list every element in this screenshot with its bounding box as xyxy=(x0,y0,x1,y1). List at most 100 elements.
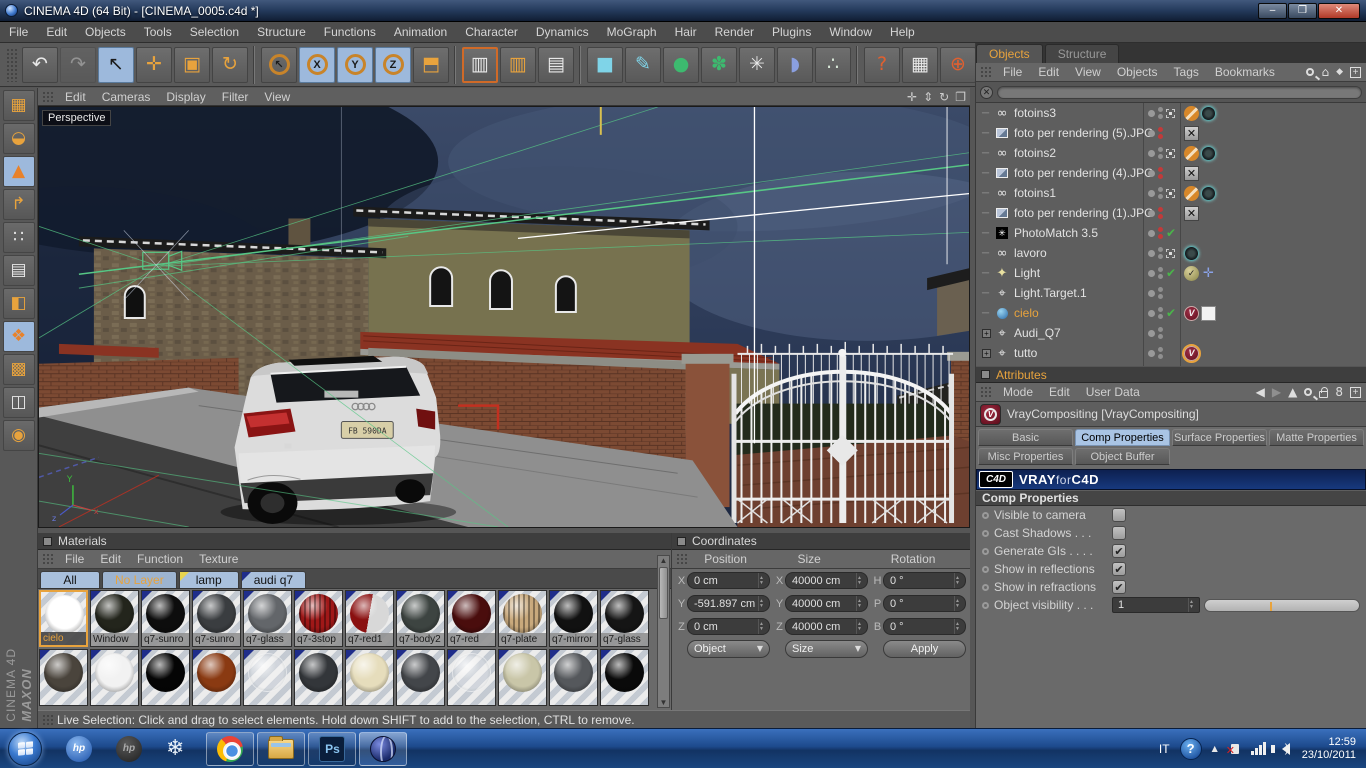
compositing-tag-icon[interactable] xyxy=(1201,305,1216,321)
coordinate-system-button[interactable]: ⬒ xyxy=(413,46,449,83)
tab-objects[interactable]: Objects xyxy=(976,44,1043,63)
property-checkbox[interactable]: ✔ xyxy=(1112,544,1126,558)
menu-mograph[interactable]: MoGraph xyxy=(598,22,666,42)
object-row-tutto[interactable]: + ⌖ tutto V xyxy=(976,343,1366,363)
property-checkbox[interactable] xyxy=(1112,526,1126,540)
layer-dot[interactable] xyxy=(1148,269,1155,277)
menu-help[interactable]: Help xyxy=(881,22,924,42)
layer-dot[interactable] xyxy=(1148,169,1155,177)
materials-menu-file[interactable]: File xyxy=(57,552,92,566)
apply-button[interactable]: Apply xyxy=(883,640,966,658)
make-editable-button[interactable]: ◒ xyxy=(2,123,35,154)
clear-search-icon[interactable]: ✕ xyxy=(980,85,993,99)
tab-matte-properties[interactable]: Matte Properties xyxy=(1269,429,1364,446)
coord-field-size-z[interactable]: 40000 cm ▲ ▼ xyxy=(785,618,868,635)
spinner-icon[interactable]: ▲ ▼ xyxy=(856,619,867,634)
attributes-menu-mode[interactable]: Mode xyxy=(995,385,1041,399)
hp-dark-icon[interactable]: hp xyxy=(116,735,142,762)
anim-dot-icon[interactable] xyxy=(982,529,989,537)
spinner-icon[interactable]: ▲ ▼ xyxy=(856,596,867,611)
menu-selection[interactable]: Selection xyxy=(181,22,248,42)
environment-button[interactable]: ◗ xyxy=(777,46,813,83)
camera-calibrator-tag-icon[interactable] xyxy=(1201,105,1216,121)
close-button[interactable]: ✕ xyxy=(1318,2,1360,19)
language-indicator[interactable]: IT xyxy=(1159,742,1170,756)
dolly-icon[interactable]: ⇕ xyxy=(923,91,933,103)
attributes-grip[interactable] xyxy=(979,384,992,400)
live-selection-button[interactable]: ↖ xyxy=(98,46,134,83)
coord-field-size-y[interactable]: 40000 cm ▲ ▼ xyxy=(785,595,868,612)
anim-dot-icon[interactable] xyxy=(982,547,989,555)
up-icon[interactable]: ▲ xyxy=(1288,386,1297,398)
spinner-icon[interactable]: ▲ ▼ xyxy=(954,573,965,588)
spinner-icon[interactable]: ▲ ▼ xyxy=(758,619,769,634)
material-thumb[interactable] xyxy=(243,649,292,706)
viewport-grip[interactable] xyxy=(41,89,54,104)
search-icon[interactable] xyxy=(1304,388,1313,396)
vis-dot[interactable] xyxy=(1158,207,1163,212)
visibility-dots[interactable] xyxy=(1158,287,1163,299)
materials-menu-edit[interactable]: Edit xyxy=(92,552,129,566)
viewport-menu-display[interactable]: Display xyxy=(158,90,213,104)
object-row-light-target-1[interactable]: ─ ⌖ Light.Target.1 xyxy=(976,283,1366,303)
vis-dot[interactable] xyxy=(1158,127,1163,132)
materials-grip[interactable] xyxy=(41,551,54,567)
visibility-dots[interactable] xyxy=(1158,127,1163,139)
anim-dot-icon[interactable] xyxy=(982,511,989,519)
lock-z-button[interactable]: Z xyxy=(375,46,411,83)
target-expression-tag-icon[interactable]: ✛ xyxy=(1201,266,1216,281)
render-settings-button[interactable]: ▤ xyxy=(538,46,574,83)
material-thumb-Window[interactable]: Window xyxy=(90,590,139,647)
add-icon[interactable]: + xyxy=(1350,66,1361,78)
material-thumb-cielo[interactable]: cielo xyxy=(39,590,88,647)
vis-dot[interactable] xyxy=(1158,227,1163,232)
property-checkbox[interactable]: ✔ xyxy=(1112,562,1126,576)
vis-dot[interactable] xyxy=(1158,147,1163,152)
object-row-lavoro[interactable]: ─ ∞ lavoro xyxy=(976,243,1366,263)
anim-dot-icon[interactable] xyxy=(982,583,989,591)
objects-menu-view[interactable]: View xyxy=(1067,65,1109,79)
material-thumb-q7-glass[interactable]: q7-glass xyxy=(243,590,292,647)
layer-dot[interactable] xyxy=(1148,329,1155,337)
material-thumb[interactable] xyxy=(141,649,190,706)
snowflake-icon[interactable]: ❄ xyxy=(166,737,184,760)
vis-dot[interactable] xyxy=(1158,354,1163,359)
vis-dot[interactable] xyxy=(1158,134,1163,139)
tab-comp-properties[interactable]: Comp Properties xyxy=(1075,429,1170,446)
vis-dot[interactable] xyxy=(1158,274,1163,279)
vis-dot[interactable] xyxy=(1158,114,1163,119)
explorer-taskbar-button[interactable] xyxy=(257,731,306,766)
vis-dot[interactable] xyxy=(1158,287,1163,292)
objects-menu-edit[interactable]: Edit xyxy=(1030,65,1067,79)
cinema4d-taskbar-button[interactable] xyxy=(359,731,408,766)
layout-button[interactable]: ▦ xyxy=(2,90,35,121)
object-row-fotoins1[interactable]: ─ ∞ fotoins1 xyxy=(976,183,1366,203)
help-button[interactable]: ? xyxy=(864,46,900,83)
vis-dot[interactable] xyxy=(1158,267,1163,272)
texture-x-tag-icon[interactable]: ✕ xyxy=(1184,205,1199,221)
material-thumb[interactable] xyxy=(447,649,496,706)
layer-dot[interactable] xyxy=(1148,189,1155,197)
vis-dot[interactable] xyxy=(1158,347,1163,352)
material-thumb[interactable] xyxy=(549,649,598,706)
objects-menu-tags[interactable]: Tags xyxy=(1166,65,1207,79)
layer-dot[interactable] xyxy=(1148,349,1155,357)
axis-mode-button[interactable]: ↱ xyxy=(2,189,35,220)
vis-dot[interactable] xyxy=(1158,307,1163,312)
objects-menu-file[interactable]: File xyxy=(995,65,1030,79)
tab-misc-properties[interactable]: Misc Properties xyxy=(978,448,1073,465)
lock-x-button[interactable]: X xyxy=(299,46,335,83)
object-row-fotoins3[interactable]: ─ ∞ fotoins3 xyxy=(976,103,1366,123)
viewport-canvas[interactable]: FB 590DA Y x z Perspective xyxy=(38,106,970,528)
coord-field-position-x[interactable]: 0 cm ▲ ▼ xyxy=(687,572,770,589)
vis-dot[interactable] xyxy=(1158,334,1163,339)
materials-menu-texture[interactable]: Texture xyxy=(191,552,246,566)
visibility-dots[interactable] xyxy=(1158,307,1163,319)
render-view-button[interactable]: ▥ xyxy=(462,46,498,83)
object-row-audi-q7[interactable]: + ⌖ Audi_Q7 xyxy=(976,323,1366,343)
camera-calibrator-tag-icon[interactable] xyxy=(1201,145,1216,161)
deformer-button[interactable]: ✳ xyxy=(739,46,775,83)
vray-light-tag-icon[interactable]: ✓ xyxy=(1184,265,1199,281)
visibility-dots[interactable] xyxy=(1158,247,1163,259)
coord-field-size-x[interactable]: 40000 cm ▲ ▼ xyxy=(785,572,868,589)
